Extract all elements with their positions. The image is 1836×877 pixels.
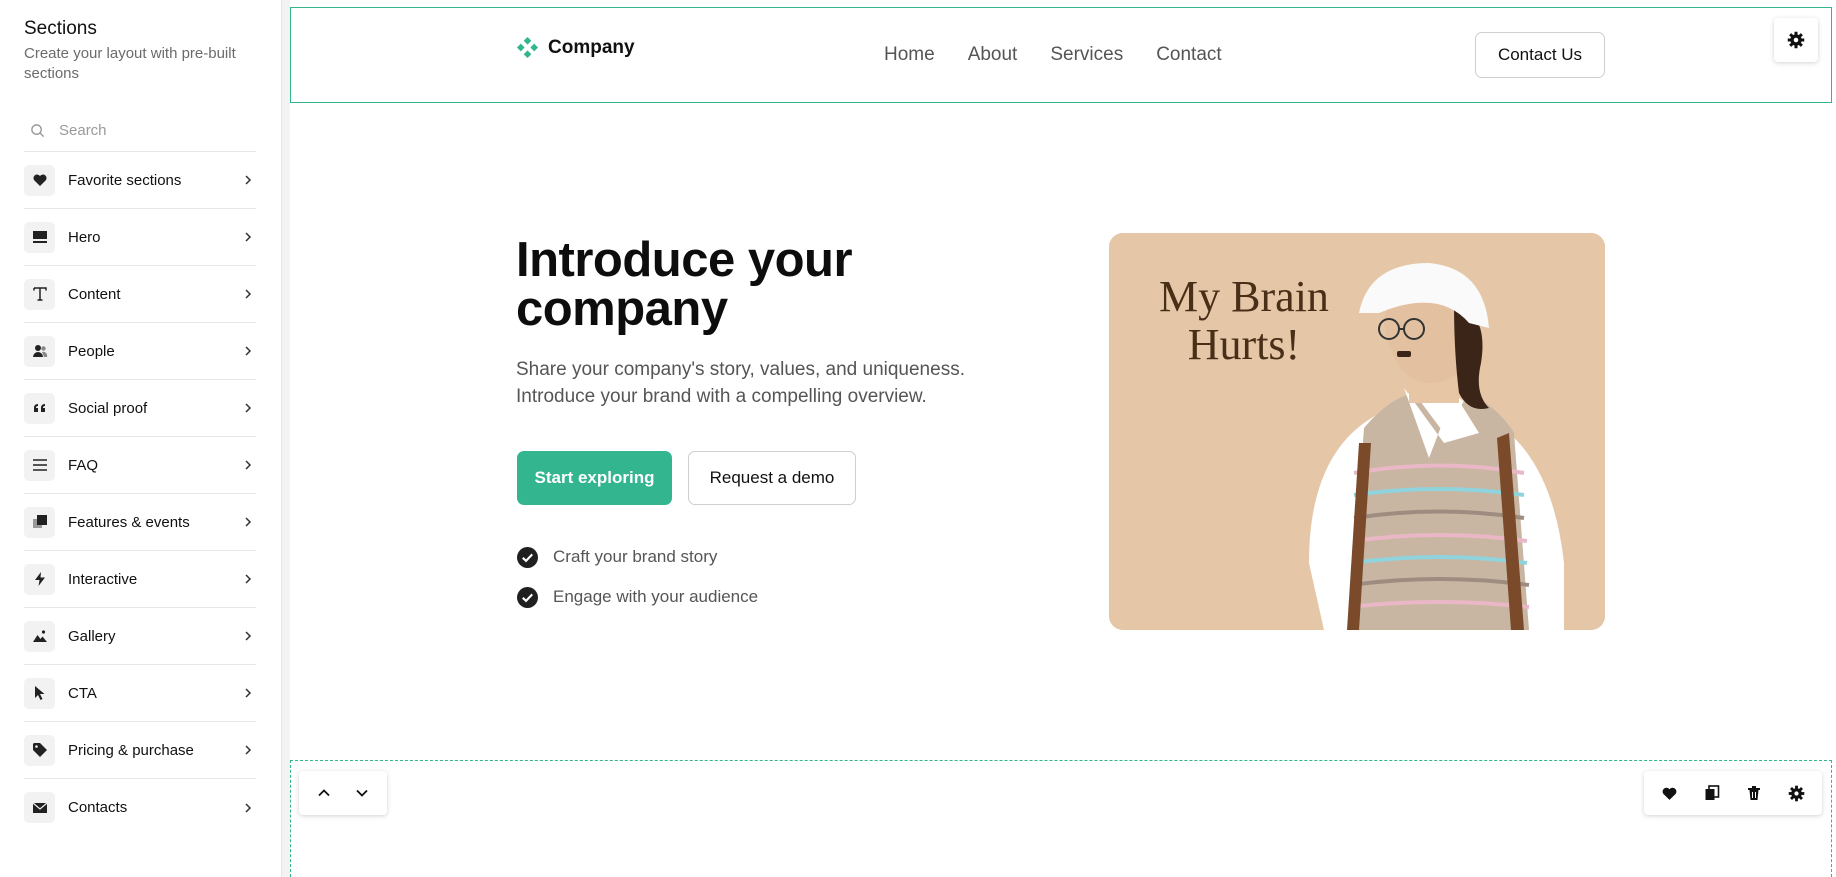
chevron-right-icon (240, 742, 256, 758)
checklist-text: Craft your brand story (553, 547, 718, 566)
hero-layout-icon (24, 221, 55, 253)
duplicate-section-button[interactable] (1696, 777, 1728, 809)
page-canvas: Company Home About Services Contact Cont… (290, 0, 1836, 877)
sidebar-item-label: CTA (68, 684, 97, 702)
nav-link-home[interactable]: Home (884, 44, 935, 66)
gear-icon (1787, 31, 1805, 49)
sections-list: Favorite sections Hero Content People So… (24, 152, 256, 836)
sidebar-search (24, 110, 256, 152)
people-icon (24, 335, 55, 367)
request-demo-button[interactable]: Request a demo (688, 451, 856, 505)
chevron-right-icon (240, 571, 256, 587)
text-icon (24, 278, 55, 310)
sidebar-item-people[interactable]: People (24, 323, 256, 380)
chevron-down-icon (356, 789, 368, 797)
sidebar-title: Sections (24, 18, 97, 39)
chevron-right-icon (240, 800, 256, 816)
chevron-right-icon (240, 685, 256, 701)
search-icon (31, 124, 45, 138)
start-exploring-button[interactable]: Start exploring (517, 451, 672, 505)
sidebar-item-label: Contacts (68, 799, 128, 816)
sidebar-item-faq[interactable]: FAQ (24, 437, 256, 494)
heart-icon (1662, 787, 1677, 800)
section-settings-button[interactable] (1781, 777, 1813, 809)
hero-image: My Brain Hurts! (1109, 233, 1605, 630)
quote-icon (24, 392, 55, 424)
favorite-section-button[interactable] (1653, 777, 1685, 809)
sections-sidebar: Sections Create your layout with pre-bui… (0, 0, 281, 877)
tag-icon (24, 734, 55, 766)
sidebar-item-label: Features & events (68, 513, 190, 531)
hero-description: Share your company's story, values, and … (516, 359, 965, 407)
sidebar-item-label: Social proof (68, 399, 148, 417)
chevron-right-icon (240, 343, 256, 359)
check-circle-icon (517, 546, 538, 568)
sidebar-item-label: Hero (68, 228, 101, 246)
nav-link-services[interactable]: Services (1050, 44, 1123, 66)
sidebar-item-label: Content (68, 285, 121, 303)
chevron-right-icon (240, 514, 256, 530)
hero-title: Introduce your company (516, 233, 853, 336)
cursor-icon (24, 677, 55, 709)
sidebar-item-features-events[interactable]: Features & events (24, 494, 256, 551)
sidebar-item-gallery[interactable]: Gallery (24, 608, 256, 665)
sidebar-item-hero[interactable]: Hero (24, 209, 256, 266)
sidebar-item-label: People (68, 342, 115, 360)
image-caption: My Brain Hurts! (1159, 272, 1329, 369)
chevron-right-icon (240, 172, 256, 188)
chevron-right-icon (240, 286, 256, 302)
move-down-button[interactable] (346, 777, 378, 809)
diamond-logo-icon (516, 36, 539, 59)
search-input[interactable] (59, 122, 249, 139)
checklist-text: Engage with your audience (553, 587, 759, 606)
chevron-up-icon (318, 789, 330, 797)
checklist-item: Craft your brand story (517, 537, 758, 577)
envelope-icon (24, 792, 55, 823)
copy-icon (1705, 785, 1720, 800)
trash-icon (1748, 786, 1761, 800)
delete-section-button[interactable] (1738, 777, 1770, 809)
sidebar-item-cta[interactable]: CTA (24, 665, 256, 722)
sidebar-item-label: Gallery (68, 627, 116, 645)
chevron-right-icon (240, 628, 256, 644)
contact-us-button[interactable]: Contact Us (1475, 32, 1605, 78)
section-move-controls (299, 771, 387, 815)
chevron-right-icon (240, 229, 256, 245)
heart-icon (24, 164, 55, 196)
sidebar-item-contacts[interactable]: Contacts (24, 779, 256, 836)
chevron-right-icon (240, 457, 256, 473)
sidebar-item-label: FAQ (68, 456, 99, 474)
main-nav: Home About Services Contact (884, 44, 1255, 66)
next-section-outline (290, 760, 1832, 877)
gear-icon (1788, 785, 1805, 801)
sidebar-item-label: Pricing & purchase (68, 741, 194, 759)
chevron-right-icon (240, 400, 256, 416)
nav-link-about[interactable]: About (968, 44, 1018, 66)
sidebar-item-label: Interactive (68, 570, 138, 588)
feature-checklist: Craft your brand story Engage with your … (517, 537, 758, 617)
section-action-controls (1644, 771, 1822, 815)
move-up-button[interactable] (308, 777, 340, 809)
sidebar-item-social-proof[interactable]: Social proof (24, 380, 256, 437)
sidebar-item-interactive[interactable]: Interactive (24, 551, 256, 608)
sidebar-item-label: Favorite sections (68, 171, 182, 189)
list-icon (24, 449, 55, 481)
section-settings-button[interactable] (1774, 18, 1818, 62)
lightning-icon (24, 563, 55, 595)
brand-logo[interactable]: Company (516, 36, 635, 59)
sidebar-divider (281, 0, 290, 877)
image-icon (24, 620, 55, 652)
brand-name: Company (548, 36, 635, 58)
check-circle-icon (517, 586, 538, 608)
checklist-item: Engage with your audience (517, 577, 758, 617)
nav-link-contact[interactable]: Contact (1156, 44, 1221, 66)
sidebar-item-pricing-purchase[interactable]: Pricing & purchase (24, 722, 256, 779)
features-icon (24, 506, 55, 538)
sidebar-item-favorite-sections[interactable]: Favorite sections (24, 152, 256, 209)
sidebar-subtitle: Create your layout with pre-built sectio… (24, 45, 236, 82)
sidebar-item-content[interactable]: Content (24, 266, 256, 323)
